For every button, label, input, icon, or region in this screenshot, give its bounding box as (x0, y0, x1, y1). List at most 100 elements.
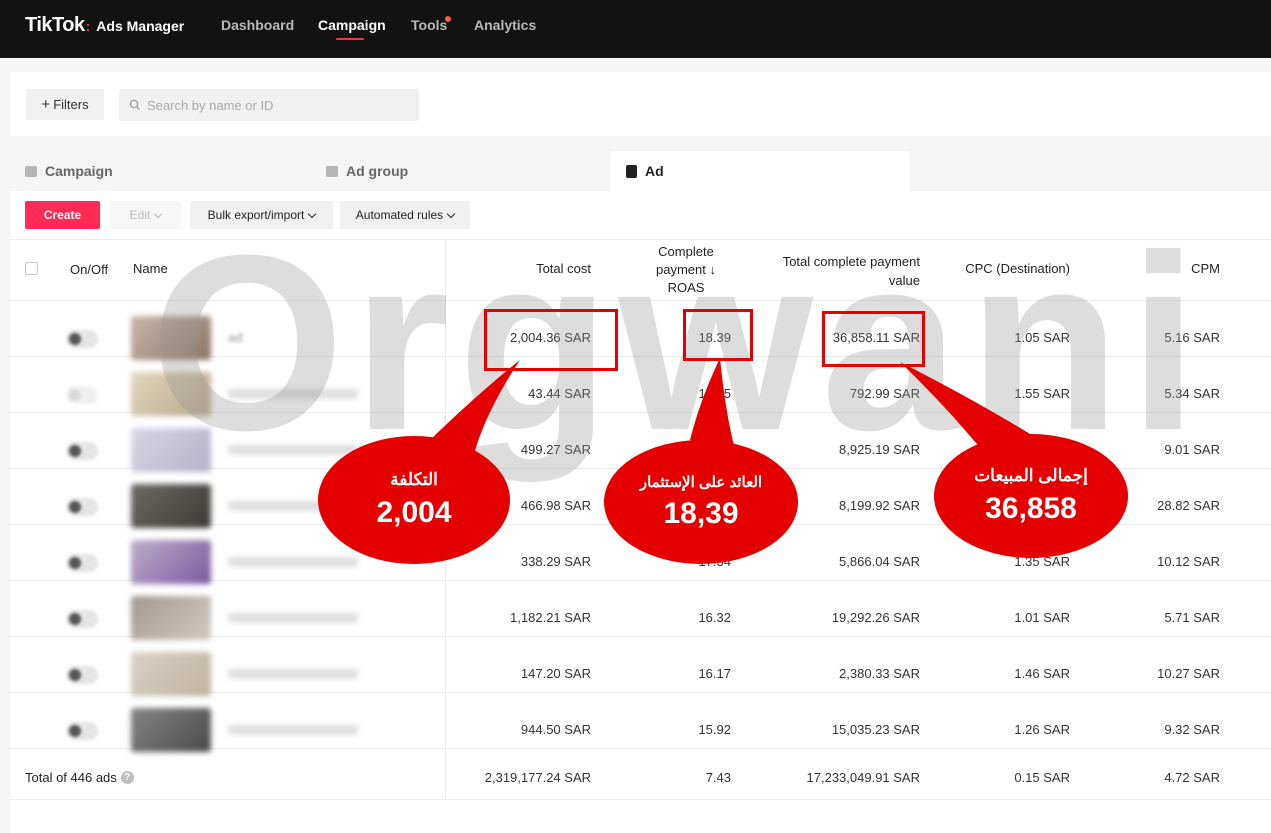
tab-ad-group-label: Ad group (346, 163, 409, 179)
header-name[interactable]: Name (133, 261, 168, 276)
total-label: Total of 446 ads ? (25, 770, 134, 785)
ad-thumbnail[interactable] (131, 596, 211, 640)
cell-total-cost: 944.50 SAR (520, 722, 591, 737)
nav-tools[interactable]: Tools (411, 17, 447, 33)
ad-thumbnail[interactable] (131, 316, 211, 360)
status-toggle[interactable] (66, 442, 98, 460)
status-toggle[interactable] (66, 610, 98, 628)
cell-payment-value: 15,035.23 SAR (831, 722, 920, 737)
create-label: Create (43, 208, 82, 222)
cell-cpm: 9.32 SAR (1164, 722, 1220, 737)
nav-dashboard[interactable]: Dashboard (221, 17, 294, 33)
ad-thumbnail[interactable] (131, 652, 211, 696)
ad-thumbnail[interactable] (131, 484, 211, 528)
tab-ad-group[interactable]: Ad group (326, 151, 606, 191)
status-toggle[interactable] (66, 498, 98, 516)
cell-total-cost: 147.20 SAR (520, 666, 591, 681)
highlight-cost (484, 309, 618, 371)
plus-icon: + (41, 96, 51, 113)
filters-label: Filters (53, 97, 89, 112)
callout-roas-label: العائد على الإستثمار (639, 474, 763, 491)
highlight-value (822, 311, 925, 367)
cell-payment-value: 5,866.04 SAR (839, 554, 920, 569)
create-button[interactable]: Create (25, 201, 100, 229)
header-roas-line2: payment ↓ (656, 262, 716, 277)
ad-thumbnail[interactable] (131, 372, 211, 416)
cell-cpm: 9.01 SAR (1164, 442, 1220, 457)
header-total-cost[interactable]: Total cost (500, 261, 591, 276)
status-toggle[interactable] (66, 386, 98, 404)
callout-cost: التكلفة 2,004 (318, 436, 510, 564)
cell-cpc: 1.05 SAR (1014, 330, 1070, 345)
cell-payment-value: 2,380.33 SAR (839, 666, 920, 681)
rules-label: Automated rules (355, 208, 444, 222)
automated-rules-button[interactable]: Automated rules (340, 201, 470, 229)
header-cpc[interactable]: CPC (Destination) (950, 261, 1070, 276)
callout-cost-value: 2,004 (376, 496, 452, 529)
nav-analytics[interactable]: Analytics (474, 17, 536, 33)
ads-manager-screen: TikTok : Ads Manager Dashboard Campaign … (0, 0, 1271, 833)
cell-roas: 18.25 (698, 386, 731, 401)
nav-campaign[interactable]: Campaign (318, 17, 386, 33)
edit-label: Edit (129, 208, 151, 222)
ad-name-redacted[interactable] (228, 389, 358, 399)
total-roas: 7.43 (705, 770, 731, 785)
callout-sales: إجمالى المبيعات 36,858 (934, 434, 1128, 558)
cell-roas: 16.32 (698, 610, 731, 625)
help-icon[interactable]: ? (120, 771, 134, 784)
brand-logo[interactable]: TikTok : Ads Manager (25, 14, 184, 37)
cell-roas: 16.17 (698, 666, 731, 681)
total-row (10, 757, 1271, 800)
status-toggle[interactable] (66, 554, 98, 572)
ad-thumbnail[interactable] (131, 428, 211, 472)
total-label-text: Total of 446 ads (25, 770, 117, 785)
bulk-export-import-button[interactable]: Bulk export/import (190, 201, 333, 229)
header-roas-line1: Complete (658, 244, 714, 259)
ad-name[interactable]: ad (228, 330, 242, 345)
ad-thumbnail[interactable] (131, 540, 211, 584)
cell-cpm: 5.71 SAR (1164, 610, 1220, 625)
ad-thumbnail[interactable] (131, 708, 211, 752)
cell-cpm: 5.34 SAR (1164, 386, 1220, 401)
cell-payment-value: 8,925.19 SAR (839, 442, 920, 457)
ad-name-redacted[interactable] (228, 557, 358, 567)
status-toggle[interactable] (66, 330, 98, 348)
status-toggle[interactable] (66, 722, 98, 740)
brand-subtitle: Ads Manager (96, 18, 185, 34)
ad-name-redacted[interactable] (228, 445, 358, 455)
select-all-checkbox[interactable] (25, 262, 38, 275)
cell-cpc: 1.01 SAR (1014, 610, 1070, 625)
tab-campaign[interactable]: Campaign (25, 151, 315, 191)
header-roas[interactable]: Complete payment ↓ ROAS (640, 243, 732, 297)
header-value-line2: value (888, 273, 920, 288)
top-nav: TikTok : Ads Manager Dashboard Campaign … (0, 0, 1271, 58)
search-input[interactable]: Search by name or ID (147, 98, 273, 113)
tab-ad-label: Ad (645, 163, 664, 179)
filters-button[interactable]: + Filters (26, 89, 104, 120)
callout-sales-label: إجمالى المبيعات (974, 466, 1088, 485)
chevron-down-icon (154, 209, 163, 218)
status-toggle[interactable] (66, 666, 98, 684)
search-box[interactable]: Search by name or ID (119, 89, 419, 121)
cell-cpm: 28.82 SAR (1157, 498, 1220, 513)
brand-name: TikTok (25, 14, 85, 36)
bulk-label: Bulk export/import (207, 208, 305, 222)
cell-payment-value: 792.99 SAR (849, 386, 920, 401)
edit-button[interactable]: Edit (110, 201, 181, 229)
cell-total-cost: 338.29 SAR (520, 554, 591, 569)
tab-ad[interactable]: Ad (610, 151, 910, 191)
ad-group-icon (326, 165, 338, 177)
ad-name-redacted[interactable] (228, 669, 358, 679)
cell-total-cost: 43.44 SAR (528, 386, 591, 401)
cell-cpm: 10.27 SAR (1157, 666, 1220, 681)
callout-sales-value: 36,858 (985, 492, 1077, 525)
header-roas-line3: ROAS (667, 280, 705, 295)
cell-roas: 15.92 (698, 722, 731, 737)
header-payment-value[interactable]: Total complete payment value (760, 252, 920, 290)
ad-name-redacted[interactable] (228, 725, 358, 735)
nav-active-indicator (336, 38, 364, 40)
highlight-roas (683, 309, 753, 361)
folder-icon (25, 165, 37, 177)
ad-name-redacted[interactable] (228, 613, 358, 623)
header-cpm[interactable]: CPM (1150, 261, 1220, 276)
